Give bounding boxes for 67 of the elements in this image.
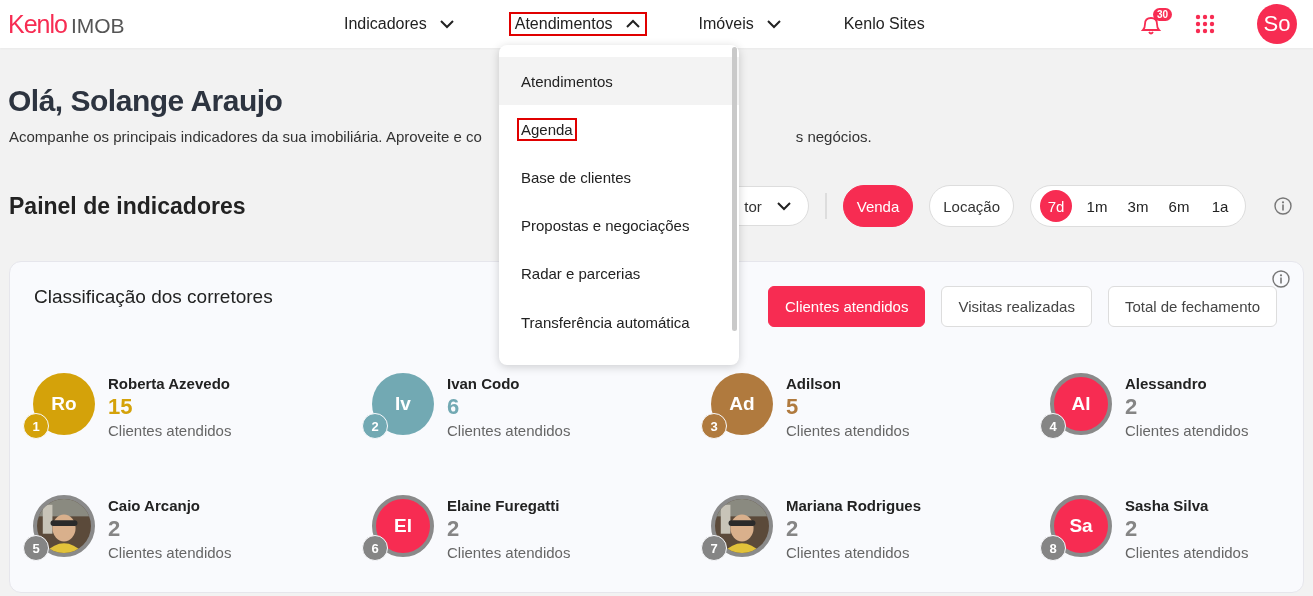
broker-name: Elaine Furegatti: [447, 497, 561, 514]
count-label: Clientes atendidos: [447, 544, 571, 561]
nav-link[interactable]: Imóveis: [692, 12, 788, 36]
rank-badge: 3: [701, 413, 727, 439]
card-title: Classificação dos corretores: [34, 286, 273, 308]
rank-badge: 7: [701, 535, 727, 561]
notification-count: 30: [1153, 8, 1173, 21]
menu-item[interactable]: Propostas e negociações: [517, 213, 694, 237]
info-icon: [1274, 197, 1292, 215]
count-label: Clientes atendidos: [108, 422, 232, 439]
chevron-down-icon: [765, 18, 782, 30]
broker-count: 2: [1125, 393, 1139, 421]
period-option[interactable]: 7d: [1040, 190, 1072, 222]
broker-name: Alessandro: [1125, 375, 1208, 392]
period-option[interactable]: 1m: [1081, 190, 1113, 222]
metric-tab[interactable]: Visitas realizadas: [941, 286, 1092, 327]
broker-name: Ivan Codo: [447, 375, 521, 392]
count-label: Clientes atendidos: [447, 422, 571, 439]
broker-name: Mariana Rodrigues: [786, 497, 922, 514]
broker-name: Adilson: [786, 375, 842, 392]
subtitle-text: s negócios.: [795, 128, 872, 145]
nav-link[interactable]: Indicadores: [338, 12, 461, 36]
count-label: Clientes atendidos: [786, 544, 911, 561]
broker-name: Caio Arcanjo: [108, 497, 201, 514]
broker-count: 2: [108, 515, 122, 543]
broker-count: 2: [1125, 515, 1139, 543]
count-label: Clientes atendidos: [1125, 422, 1249, 439]
metric-tab[interactable]: Total de fechamento: [1107, 286, 1277, 327]
broker-count: 15: [108, 393, 134, 421]
deal-type-toggle[interactable]: Locação: [929, 185, 1014, 227]
menu-item[interactable]: Transferência automática: [517, 311, 694, 334]
section-title: Painel de indicadores: [9, 192, 246, 220]
greeting-title: Olá, Solange Araujo: [8, 84, 284, 118]
broker-count: 5: [786, 393, 800, 421]
count-label: Clientes atendidos: [786, 422, 910, 439]
count-label: Clientes atendidos: [108, 544, 232, 561]
metric-tab[interactable]: Clientes atendidos: [768, 286, 926, 327]
broker-count: 2: [447, 515, 461, 543]
menu-item[interactable]: Agenda: [517, 117, 577, 141]
logo-brand: Kenlo: [8, 9, 67, 39]
rank-badge: 4: [1040, 413, 1066, 439]
logo-product: IMOB: [70, 13, 125, 38]
menu-item[interactable]: Radar e parcerias: [517, 261, 645, 285]
period-option[interactable]: 3m: [1122, 190, 1154, 222]
nav-link[interactable]: Atendimentos: [508, 12, 647, 36]
subtitle-text: Acompanhe os principais indicadores da sua imobiliária. Aproveite e co: [9, 128, 482, 145]
chevron-up-icon: [624, 18, 641, 30]
info-icon: [1272, 270, 1290, 288]
chevron-down-icon: [775, 200, 792, 212]
user-avatar[interactable]: So: [1257, 4, 1297, 44]
period-option[interactable]: 1a: [1204, 190, 1236, 222]
nav-link[interactable]: Kenlo Sites: [837, 12, 931, 36]
menu-item[interactable]: Base de clientes: [517, 165, 636, 189]
rank-badge: 2: [362, 413, 388, 439]
chevron-down-icon: [438, 18, 455, 30]
broker-count: 6: [447, 393, 461, 421]
apps-grid-icon[interactable]: [1195, 14, 1215, 34]
rank-badge: 8: [1040, 535, 1066, 561]
period-option[interactable]: 6m: [1163, 190, 1195, 222]
broker-name: Sasha Silva: [1125, 497, 1210, 514]
broker-name: Roberta Azevedo: [108, 375, 231, 392]
count-label: Clientes atendidos: [1125, 544, 1249, 561]
deal-type-toggle[interactable]: Venda: [842, 185, 914, 227]
rank-badge: 5: [23, 535, 49, 561]
broker-count: 2: [786, 515, 800, 543]
rank-badge: 1: [23, 413, 49, 439]
rank-badge: 6: [362, 535, 388, 561]
